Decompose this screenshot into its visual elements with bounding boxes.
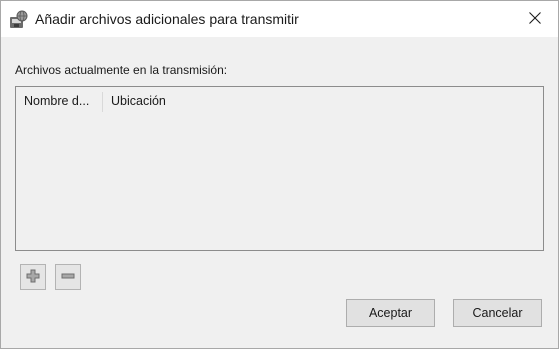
title-bar: Añadir archivos adicionales para transmi… bbox=[1, 1, 558, 37]
stream-disk-icon bbox=[9, 10, 29, 30]
remove-file-button[interactable] bbox=[55, 264, 81, 290]
column-header-name[interactable]: Nombre d... bbox=[16, 87, 103, 115]
files-section-label: Archivos actualmente en la transmisión: bbox=[15, 63, 228, 77]
add-files-dialog: Añadir archivos adicionales para transmi… bbox=[0, 0, 559, 349]
column-header-location[interactable]: Ubicación bbox=[103, 87, 303, 115]
plus-icon bbox=[26, 269, 40, 286]
close-icon bbox=[529, 11, 541, 27]
minus-icon bbox=[61, 269, 75, 286]
accept-button[interactable]: Aceptar bbox=[346, 299, 435, 327]
window-title: Añadir archivos adicionales para transmi… bbox=[35, 11, 299, 27]
cancel-button[interactable]: Cancelar bbox=[453, 299, 542, 327]
files-list[interactable]: Nombre d... Ubicación bbox=[15, 86, 544, 251]
add-file-button[interactable] bbox=[20, 264, 46, 290]
close-button[interactable] bbox=[512, 1, 558, 37]
